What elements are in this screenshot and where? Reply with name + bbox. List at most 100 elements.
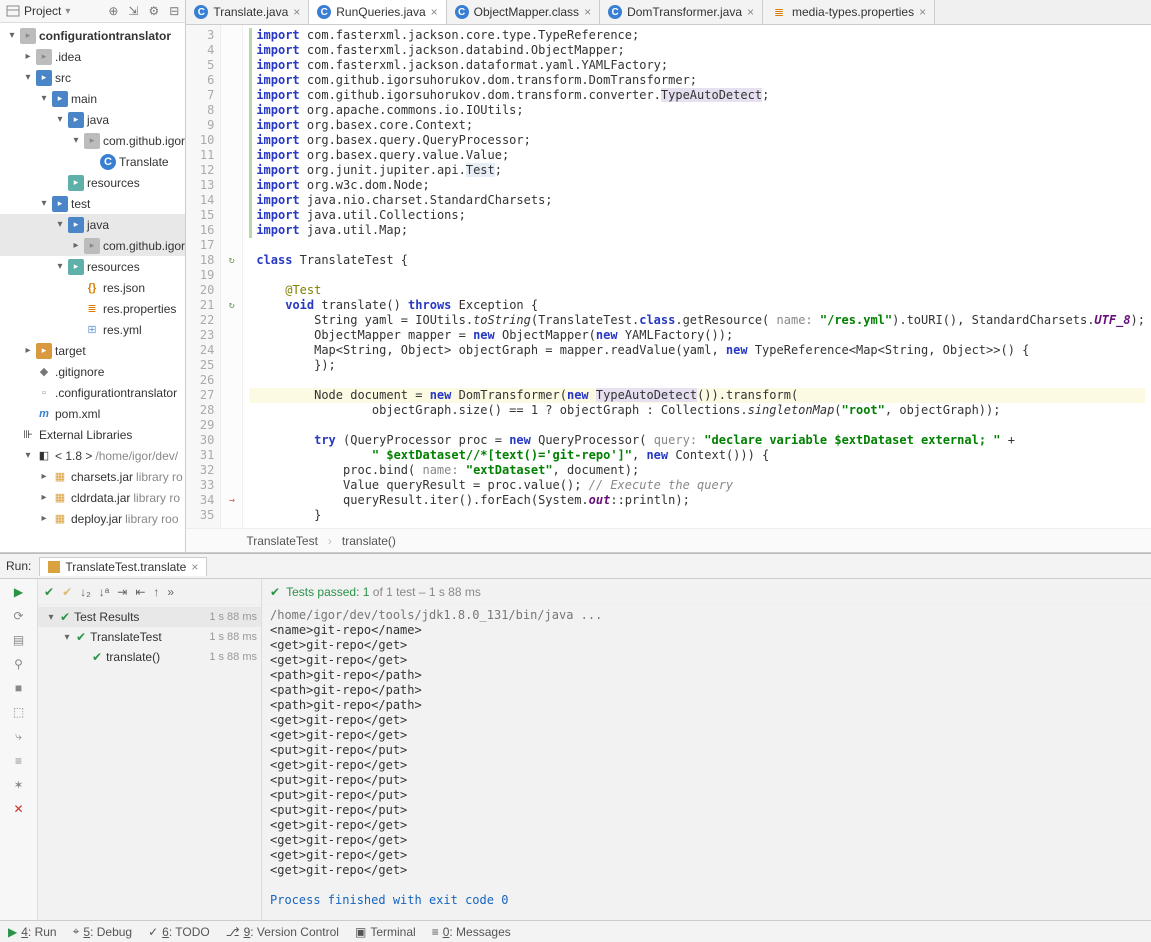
test-time: 1 s 88 ms — [209, 611, 261, 623]
tree-row[interactable]: ▾◧< 1.8 > /home/igor/dev/ — [0, 445, 185, 466]
close-icon[interactable]: × — [293, 5, 300, 19]
exit-icon[interactable]: ⤷ — [15, 729, 22, 744]
collapse-icon[interactable]: ⊟ — [169, 4, 179, 18]
chevron-down-icon[interactable]: ▾ — [39, 93, 49, 104]
chevron-down-icon[interactable]: ▾ — [55, 114, 65, 125]
chevron-right-icon[interactable]: ▸ — [23, 345, 33, 356]
tree-row[interactable]: ▾▸test — [0, 193, 185, 214]
dropdown-icon[interactable]: ▾ — [65, 6, 70, 17]
tree-row[interactable]: ▸▸resources — [0, 172, 185, 193]
project-title: Project — [24, 4, 61, 18]
tree-row[interactable]: ▸{}res.json — [0, 277, 185, 298]
breadcrumb-item[interactable]: TranslateTest — [246, 534, 318, 548]
chevron-right-icon[interactable]: ▸ — [39, 471, 49, 482]
tree-row[interactable]: ▸▫.configurationtranslator — [0, 382, 185, 403]
tree-row[interactable]: ▸⊞res.yml — [0, 319, 185, 340]
tree-label: target — [55, 344, 86, 358]
dump-icon[interactable]: ⬚ — [13, 705, 24, 719]
settings-icon[interactable]: ≡ — [15, 754, 22, 768]
tab[interactable]: CDomTransformer.java× — [600, 0, 763, 24]
test-row[interactable]: ▾✔ TranslateTest1 s 88 ms — [38, 627, 261, 647]
layout-icon[interactable]: ▤ — [13, 633, 24, 647]
gear-icon[interactable]: ⚙ — [148, 4, 159, 18]
tree-row[interactable]: ▾▸resources — [0, 256, 185, 277]
chevron-down-icon[interactable]: ▾ — [55, 261, 65, 272]
stop-icon[interactable]: ■ — [15, 681, 22, 695]
tree-row[interactable]: ▾▸java — [0, 214, 185, 235]
code-viewport[interactable]: import com.fasterxml.jackson.core.type.T… — [243, 25, 1151, 528]
chevron-right-icon[interactable]: ▸ — [71, 240, 81, 251]
status-item[interactable]: ▶4: Run — [8, 925, 57, 939]
tree-row[interactable]: ▾▸com.github.igor — [0, 130, 185, 151]
clear-icon[interactable]: ✶ — [13, 778, 23, 792]
chevron-right-icon[interactable]: ▸ — [39, 492, 49, 503]
gutter[interactable]: 3456789101112131415161718192021222324252… — [186, 25, 221, 528]
run-tab[interactable]: TranslateTest.translate × — [39, 557, 207, 576]
tree-row[interactable]: ▸▦cldrdata.jar library ro — [0, 487, 185, 508]
chevron-right-icon[interactable]: ▸ — [39, 513, 49, 524]
tree-row[interactable]: ▸≣res.properties — [0, 298, 185, 319]
more-icon[interactable]: » — [167, 585, 174, 599]
tree-row[interactable]: ▸CTranslate — [0, 151, 185, 172]
xml-icon: m — [36, 406, 52, 422]
status-item[interactable]: ✓6: TODO — [148, 925, 210, 939]
breadcrumb-item[interactable]: translate() — [342, 534, 396, 548]
tab[interactable]: CObjectMapper.class× — [447, 0, 600, 24]
tree-row[interactable]: ▾▸configurationtranslator — [0, 25, 185, 46]
up-icon[interactable]: ↑ — [153, 585, 159, 599]
console-output[interactable]: /home/igor/dev/tools/jdk1.8.0_131/bin/ja… — [262, 605, 1151, 920]
tree-row[interactable]: ▾▸main — [0, 88, 185, 109]
sort-alpha-icon[interactable]: ↓ᵃ — [99, 585, 109, 599]
close-icon[interactable]: × — [431, 5, 438, 19]
target-icon[interactable]: ⊕ — [108, 4, 118, 18]
tree-label: src — [55, 71, 71, 85]
breadcrumb[interactable]: TranslateTest › translate() — [186, 528, 1151, 552]
folder-icon: ▸ — [84, 238, 100, 254]
close-icon[interactable]: × — [584, 5, 591, 19]
close-icon[interactable]: × — [919, 5, 926, 19]
sort-icon[interactable]: ↓₂ — [80, 585, 91, 599]
chevron-down-icon[interactable]: ▾ — [7, 30, 17, 41]
status-item[interactable]: ≡0: Messages — [432, 925, 511, 939]
chevron-down-icon[interactable]: ▾ — [55, 219, 65, 230]
passed-filter-icon[interactable]: ✔ — [44, 585, 54, 599]
ignored-filter-icon[interactable]: ✔ — [62, 585, 72, 599]
tree-label: .idea — [55, 50, 81, 64]
expand-icon[interactable]: ⇲ — [128, 4, 138, 18]
chevron-down-icon[interactable]: ▾ — [39, 198, 49, 209]
test-row[interactable]: ▾✔ Test Results1 s 88 ms — [38, 607, 261, 627]
test-label: TranslateTest — [90, 630, 162, 644]
pin-icon[interactable]: ⚲ — [14, 657, 23, 671]
project-tree[interactable]: ▾▸configurationtranslator▸▸.idea▾▸src▾▸m… — [0, 23, 185, 552]
tree-row[interactable]: ▸mpom.xml — [0, 403, 185, 424]
close-icon[interactable]: × — [747, 5, 754, 19]
tab[interactable]: CRunQueries.java× — [309, 0, 446, 24]
expand-all-icon[interactable]: ⇥ — [117, 585, 127, 599]
tree-row[interactable]: ▸▸com.github.igor — [0, 235, 185, 256]
status-item[interactable]: ▣Terminal — [355, 925, 416, 939]
collapse-all-icon[interactable]: ⇤ — [135, 585, 145, 599]
tab[interactable]: CTranslate.java× — [186, 0, 309, 24]
test-row[interactable]: ✔ translate()1 s 88 ms — [38, 647, 261, 667]
chevron-down-icon[interactable]: ▾ — [71, 135, 81, 146]
tree-row[interactable]: ▸▦charsets.jar library ro — [0, 466, 185, 487]
chevron-right-icon[interactable]: ▸ — [23, 51, 33, 62]
test-tree[interactable]: ▾✔ Test Results1 s 88 ms▾✔ TranslateTest… — [38, 605, 261, 669]
chevron-down-icon[interactable]: ▾ — [23, 72, 33, 83]
tab[interactable]: ≣media-types.properties× — [763, 0, 935, 24]
close-icon[interactable]: ✕ — [13, 802, 23, 816]
tree-row[interactable]: ▸⊪External Libraries — [0, 424, 185, 445]
rerun-icon[interactable]: ▶ — [14, 585, 23, 599]
tree-row[interactable]: ▸▸.idea — [0, 46, 185, 67]
toggle-icon[interactable]: ⟳ — [13, 609, 23, 623]
status-item[interactable]: ⎇9: Version Control — [226, 925, 339, 939]
close-icon[interactable]: × — [191, 560, 198, 574]
tree-row[interactable]: ▸▦deploy.jar library roo — [0, 508, 185, 529]
tree-row[interactable]: ▾▸src — [0, 67, 185, 88]
status-item[interactable]: ⌖5: Debug — [73, 924, 132, 939]
chevron-down-icon[interactable]: ▾ — [23, 450, 33, 461]
tree-row[interactable]: ▾▸java — [0, 109, 185, 130]
class-icon: C — [100, 154, 116, 170]
tree-row[interactable]: ▸◆.gitignore — [0, 361, 185, 382]
tree-row[interactable]: ▸▸target — [0, 340, 185, 361]
